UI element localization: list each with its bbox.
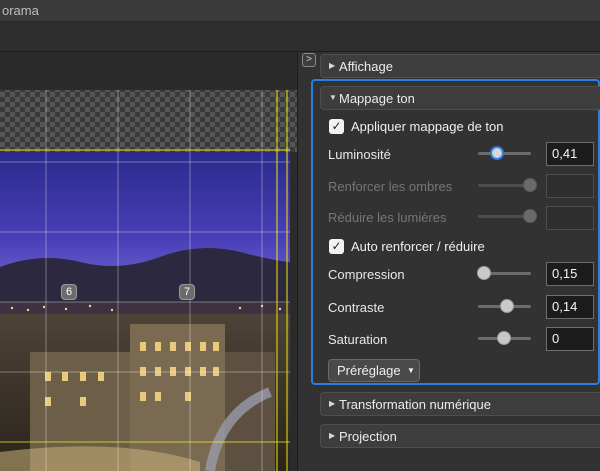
triangle-right-icon: ▶ [329,399,336,408]
section-affichage[interactable]: ▶ Affichage [320,54,600,78]
preset-label: Préréglage [337,363,401,378]
luminosite-field[interactable]: 0,41 [546,142,594,166]
contraste-slider-knob[interactable] [500,299,514,313]
reduire-lumieres-field[interactable] [546,206,594,230]
auto-reinforce-checkbox[interactable]: ✓ [329,239,344,254]
compression-field[interactable]: 0,15 [546,262,594,286]
title-bar: orama [0,0,600,22]
panorama-image [0,90,297,471]
panorama-preview[interactable]: 6 7 [0,52,298,471]
toolbar [0,22,600,52]
section-mappage-ton-label: Mappage ton [339,91,415,106]
saturation-field[interactable]: 0 [546,327,594,351]
luminosite-label: Luminosité [328,147,391,162]
renforcer-ombres-field[interactable] [546,174,594,198]
triangle-right-icon: ▶ [329,431,336,440]
triangle-down-icon: ▼ [407,366,415,375]
auto-reinforce-label: Auto renforcer / réduire [351,239,485,254]
saturation-label: Saturation [328,332,388,347]
collapse-panel-button[interactable]: > [302,53,316,67]
triangle-right-icon: ▶ [329,61,336,70]
luminosite-slider-knob[interactable] [490,146,504,160]
section-transformation[interactable]: ▶ Transformation numérique [320,392,600,416]
renforcer-ombres-slider-knob[interactable] [523,178,537,192]
reduire-lumieres-slider-knob[interactable] [523,209,537,223]
compression-slider-knob[interactable] [477,266,491,280]
section-mappage-ton[interactable]: ▼ Mappage ton [320,86,600,110]
preset-dropdown-button[interactable]: Préréglage ▼ [328,359,420,382]
window-title: orama [2,3,39,18]
renforcer-ombres-label: Renforcer les ombres [328,179,453,194]
compression-label: Compression [328,267,405,282]
apply-tone-mapping-checkbox[interactable]: ✓ [329,119,344,134]
section-projection[interactable]: ▶ Projection [320,424,600,448]
reduire-lumieres-label: Réduire les lumières [328,210,447,225]
control-point-6[interactable]: 6 [61,284,77,300]
section-transformation-label: Transformation numérique [339,397,491,412]
luminosite-slider-track[interactable] [478,152,531,155]
section-projection-label: Projection [339,429,397,444]
saturation-slider-knob[interactable] [497,331,511,345]
apply-tone-mapping-label: Appliquer mappage de ton [351,119,504,134]
control-point-7[interactable]: 7 [179,284,195,300]
contraste-label: Contraste [328,300,385,315]
triangle-down-icon: ▼ [329,93,337,102]
section-affichage-label: Affichage [339,59,393,74]
contraste-field[interactable]: 0,14 [546,295,594,319]
